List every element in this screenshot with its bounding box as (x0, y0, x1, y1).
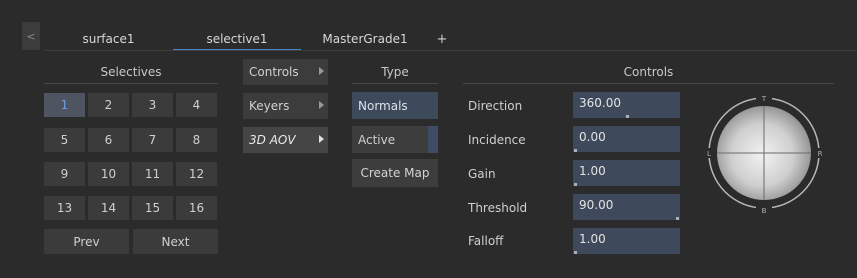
tab-selective1[interactable]: selective1 (173, 28, 301, 51)
gain-label: Gain (468, 167, 496, 181)
plus-icon: + (436, 31, 448, 47)
keyers-menu-button[interactable]: Keyers (243, 93, 328, 119)
selective-number: 14 (100, 201, 117, 215)
ball-left-label: L (707, 150, 711, 158)
selective-number: 9 (60, 167, 69, 181)
ball-bottom-label: B (762, 207, 767, 215)
direction-value: 360.00 (579, 96, 621, 110)
tab-mastergrade1[interactable]: MasterGrade1 (301, 28, 429, 50)
falloff-field[interactable]: 1.00 (573, 228, 680, 254)
selective-button-7[interactable]: 7 (132, 128, 173, 152)
selective-button-9[interactable]: 9 (44, 162, 85, 186)
direction-ball-svg: T B L R (705, 94, 825, 215)
controls-title: Controls (623, 65, 674, 79)
prev-label: Prev (73, 234, 100, 249)
selective-number: 5 (60, 133, 69, 147)
active-label: Active (358, 132, 396, 147)
selectives-grid: 1 2 3 4 5 6 7 8 9 10 11 12 13 14 15 16 (44, 93, 224, 223)
selective-number: 16 (188, 201, 205, 215)
threshold-label: Threshold (468, 201, 528, 215)
slider-tick (574, 183, 577, 186)
ball-top-label: T (761, 95, 767, 103)
selectives-title: Selectives (100, 65, 162, 79)
slider-tick (574, 149, 577, 152)
slider-tick (574, 251, 577, 254)
chevron-right-icon (319, 67, 324, 75)
selective-button-11[interactable]: 11 (132, 162, 173, 186)
selective-number: 1 (60, 98, 69, 112)
menu-label: Keyers (249, 99, 290, 113)
selective-button-4[interactable]: 4 (176, 93, 217, 117)
create-map-label: Create Map (360, 166, 430, 180)
selective-button-12[interactable]: 12 (176, 162, 217, 186)
selective-number: 4 (192, 98, 201, 112)
gain-field[interactable]: 1.00 (573, 160, 680, 186)
normals-button[interactable]: Normals (352, 92, 438, 119)
selective-button-10[interactable]: 10 (88, 162, 129, 186)
controls-divider (463, 83, 834, 84)
next-button[interactable]: Next (133, 229, 218, 254)
menu-label: 3D AOV (249, 133, 296, 147)
tab-label: MasterGrade1 (322, 32, 408, 46)
incidence-field[interactable]: 0.00 (573, 126, 680, 152)
chevron-left-icon: < (26, 29, 36, 43)
direction-label: Direction (468, 99, 523, 113)
selective-button-13[interactable]: 13 (44, 196, 85, 220)
selective-button-16[interactable]: 16 (176, 196, 217, 220)
selective-button-3[interactable]: 3 (132, 93, 173, 117)
selective-button-1[interactable]: 1 (44, 93, 85, 117)
menu-label: Controls (249, 65, 299, 79)
selective-number: 7 (148, 133, 157, 147)
threshold-value: 90.00 (579, 198, 614, 212)
selective-number: 8 (192, 133, 201, 147)
prev-button[interactable]: Prev (44, 229, 129, 254)
selective-number: 3 (148, 98, 157, 112)
create-map-button[interactable]: Create Map (352, 159, 438, 187)
direction-field[interactable]: 360.00 (573, 92, 680, 118)
falloff-label: Falloff (468, 234, 504, 248)
add-tab-button[interactable]: + (434, 30, 450, 48)
selective-button-8[interactable]: 8 (176, 128, 217, 152)
incidence-label: Incidence (468, 133, 526, 147)
tab-label: surface1 (82, 32, 135, 46)
controls-menu-button[interactable]: Controls (243, 59, 328, 85)
selective-button-15[interactable]: 15 (132, 196, 173, 220)
normals-label: Normals (358, 98, 408, 113)
tab-label: selective1 (206, 31, 268, 46)
next-label: Next (161, 234, 190, 249)
ball-right-label: R (818, 150, 823, 158)
active-toggle[interactable]: Active (352, 126, 438, 153)
slider-tick (626, 115, 629, 118)
3d-aov-menu-button[interactable]: 3D AOV (243, 127, 328, 153)
selective-button-6[interactable]: 6 (88, 128, 129, 152)
selective-number: 13 (56, 201, 73, 215)
selective-number: 11 (144, 167, 161, 181)
type-divider (352, 83, 438, 84)
selective-number: 15 (144, 201, 161, 215)
falloff-value: 1.00 (579, 232, 606, 246)
incidence-value: 0.00 (579, 130, 606, 144)
tab-bar-divider (44, 50, 857, 51)
chevron-right-icon (319, 135, 324, 143)
selective-number: 6 (104, 133, 113, 147)
selective-button-5[interactable]: 5 (44, 128, 85, 152)
collapse-panel-button[interactable]: < (22, 22, 40, 50)
gain-value: 1.00 (579, 164, 606, 178)
selective-number: 10 (100, 167, 117, 181)
chevron-right-icon (319, 101, 324, 109)
selective-number: 12 (188, 167, 205, 181)
tab-surface1[interactable]: surface1 (44, 28, 173, 50)
selective-button-2[interactable]: 2 (88, 93, 129, 117)
selectives-divider (44, 83, 218, 84)
slider-tick (676, 217, 679, 220)
type-title: Type (381, 65, 409, 79)
toggle-indicator (428, 126, 438, 153)
threshold-field[interactable]: 90.00 (573, 194, 680, 220)
light-direction-ball[interactable]: T B L R (705, 94, 827, 216)
selective-number: 2 (104, 98, 113, 112)
selective-button-14[interactable]: 14 (88, 196, 129, 220)
